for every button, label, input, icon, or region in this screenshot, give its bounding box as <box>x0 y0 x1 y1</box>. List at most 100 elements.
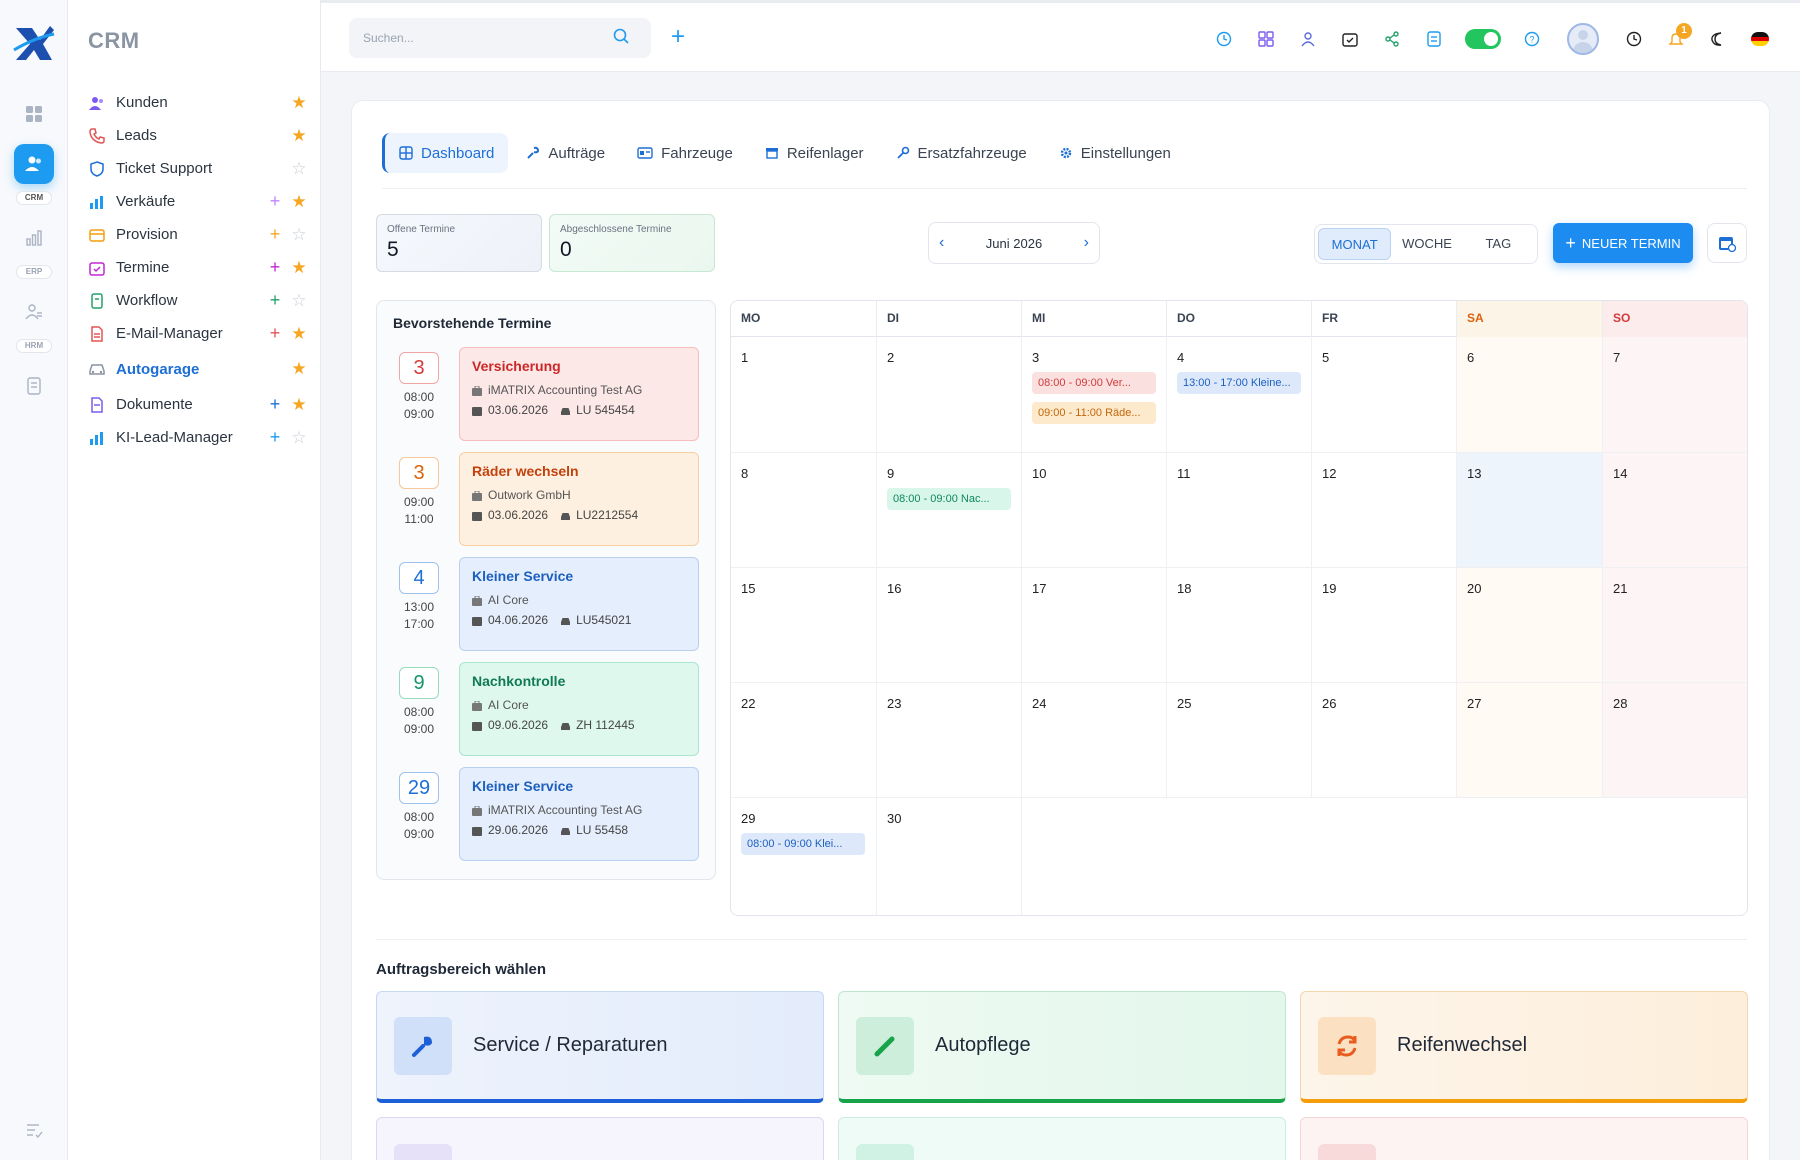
order-card-partial[interactable] <box>376 1117 824 1160</box>
calendar-day-cell[interactable]: 1 <box>731 337 877 453</box>
add-icon[interactable]: + <box>266 394 284 415</box>
appointment-card[interactable]: Räder wechseln Outwork GmbH 03.06.2026 LU… <box>459 452 699 546</box>
calendar-day-cell[interactable]: 9 08:00 - 09:00 Nac... <box>877 453 1022 568</box>
view-week-button[interactable]: WOCHE <box>1391 228 1462 260</box>
bell-icon[interactable]: 1 <box>1666 23 1692 49</box>
add-icon[interactable]: + <box>266 323 284 344</box>
avatar[interactable] <box>1567 23 1599 55</box>
order-card-partial[interactable] <box>838 1117 1286 1160</box>
calendar-day-cell[interactable]: 30 <box>877 798 1022 915</box>
calendar-day-cell[interactable]: 12 <box>1312 453 1457 568</box>
crm-users-icon[interactable] <box>14 144 54 184</box>
share-icon[interactable] <box>1382 29 1402 49</box>
favorite-star-icon[interactable]: ★ <box>290 126 308 146</box>
favorite-star-icon[interactable]: ★ <box>290 359 308 379</box>
favorite-star-icon[interactable]: ★ <box>290 93 308 113</box>
appointment-item[interactable]: 9 08:00 09:00 Nachkontrolle AI Core 09.0… <box>377 662 717 756</box>
tab-auftraege[interactable]: Aufträge <box>512 133 619 173</box>
view-month-button[interactable]: MONAT <box>1318 228 1392 260</box>
sidebar-item-dokumente[interactable]: Dokumente + ★ <box>88 388 308 421</box>
user-icon[interactable] <box>1298 29 1318 49</box>
clock-icon[interactable] <box>1214 29 1234 49</box>
company-logo[interactable] <box>10 20 58 68</box>
order-card-autopflege[interactable]: Autopflege <box>838 991 1286 1103</box>
sidebar-item-workflow[interactable]: Workflow + ☆ <box>88 284 308 317</box>
document-icon[interactable] <box>14 366 54 406</box>
calendar-day-cell[interactable]: 23 <box>877 683 1022 798</box>
calendar-day-cell-today[interactable]: 13 <box>1457 453 1603 568</box>
appointment-item[interactable]: 29 08:00 09:00 Kleiner Service iMATRIX A… <box>377 767 717 861</box>
sidebar-item-ki-lead-manager[interactable]: KI-Lead-Manager + ☆ <box>88 421 308 454</box>
favorite-star-icon[interactable]: ★ <box>290 192 308 212</box>
calendar-day-cell[interactable]: 20 <box>1457 568 1603 683</box>
favorite-star-icon[interactable]: ★ <box>290 395 308 415</box>
favorite-star-icon[interactable]: ★ <box>290 258 308 278</box>
german-flag-icon[interactable] <box>1750 29 1770 49</box>
appointment-item[interactable]: 3 08:00 09:00 Versicherung iMATRIX Accou… <box>377 347 717 441</box>
order-card-service[interactable]: Service / Reparaturen <box>376 991 824 1103</box>
calendar-day-cell[interactable]: 18 <box>1167 568 1312 683</box>
calendar-day-cell[interactable]: 29 08:00 - 09:00 Klei... <box>731 798 877 915</box>
sidebar-item-verkaeufe[interactable]: Verkäufe + ★ <box>88 185 308 218</box>
tab-ersatzfahrzeuge[interactable]: Ersatzfahrzeuge <box>882 133 1041 173</box>
sidebar-item-ticket-support[interactable]: Ticket Support ☆ <box>88 152 308 185</box>
calendar-day-cell[interactable]: 11 <box>1167 453 1312 568</box>
calendar-event[interactable]: 09:00 - 11:00 Räde... <box>1032 402 1156 424</box>
add-icon[interactable]: + <box>266 224 284 245</box>
order-card-reifenwechsel[interactable]: Reifenwechsel <box>1300 991 1748 1103</box>
time-icon[interactable] <box>1624 29 1644 49</box>
tab-einstellungen[interactable]: Einstellungen <box>1045 133 1185 173</box>
calendar-event[interactable]: 08:00 - 09:00 Klei... <box>741 833 865 855</box>
calendar-day-cell[interactable]: 2 <box>877 337 1022 453</box>
calendar-day-cell[interactable]: 6 <box>1457 337 1603 453</box>
sidebar-item-termine[interactable]: Termine + ★ <box>88 251 308 284</box>
calendar-day-cell[interactable]: 17 <box>1022 568 1167 683</box>
chevron-left-icon[interactable]: ‹ <box>939 234 944 252</box>
calendar-day-cell[interactable]: 5 <box>1312 337 1457 453</box>
add-icon[interactable]: + <box>266 290 284 311</box>
calendar-day-cell[interactable]: 3 08:00 - 09:00 Ver... 09:00 - 11:00 Räd… <box>1022 337 1167 453</box>
calendar-day-cell[interactable]: 7 <box>1603 337 1747 453</box>
calendar-day-cell[interactable]: 14 <box>1603 453 1747 568</box>
collapse-menu-icon[interactable] <box>14 1110 54 1150</box>
calendar-event[interactable]: 08:00 - 09:00 Ver... <box>1032 372 1156 394</box>
sidebar-item-autogarage[interactable]: Autogarage ★ <box>88 350 308 388</box>
appointment-card[interactable]: Versicherung iMATRIX Accounting Test AG … <box>459 347 699 441</box>
calendar-event[interactable]: 08:00 - 09:00 Nac... <box>887 488 1011 510</box>
tab-dashboard[interactable]: Dashboard <box>382 133 509 173</box>
favorite-star-icon[interactable]: ★ <box>290 324 308 344</box>
sidebar-item-provision[interactable]: Provision + ☆ <box>88 218 308 251</box>
dark-mode-icon[interactable] <box>1708 29 1728 49</box>
calendar-day-cell[interactable]: 24 <box>1022 683 1167 798</box>
calendar-event[interactable]: 13:00 - 17:00 Kleine... <box>1177 372 1301 394</box>
apps-icon[interactable] <box>1256 29 1276 49</box>
calendar-day-cell[interactable]: 16 <box>877 568 1022 683</box>
tab-fahrzeuge[interactable]: Fahrzeuge <box>623 133 747 173</box>
sidebar-item-email-manager[interactable]: E-Mail-Manager + ★ <box>88 317 308 350</box>
favorite-star-icon[interactable]: ☆ <box>290 428 308 448</box>
calendar-day-cell[interactable]: 22 <box>731 683 877 798</box>
appointment-item[interactable]: 4 13:00 17:00 Kleiner Service AI Core 04… <box>377 557 717 651</box>
status-toggle[interactable] <box>1465 29 1501 49</box>
calendar-day-cell[interactable]: 8 <box>731 453 877 568</box>
sidebar-item-kunden[interactable]: Kunden ★ <box>88 86 308 119</box>
calendar-sync-icon[interactable] <box>1707 223 1747 263</box>
favorite-star-icon[interactable]: ☆ <box>290 291 308 311</box>
search-icon[interactable] <box>613 28 629 49</box>
chevron-right-icon[interactable]: › <box>1084 234 1089 252</box>
calendar-day-cell[interactable]: 21 <box>1603 568 1747 683</box>
order-card-partial[interactable] <box>1300 1117 1748 1160</box>
search-input[interactable] <box>349 18 651 58</box>
tab-reifenlager[interactable]: Reifenlager <box>751 133 878 173</box>
new-appointment-button[interactable]: + NEUER TERMIN <box>1553 223 1693 263</box>
calendar-day-cell[interactable]: 4 13:00 - 17:00 Kleine... <box>1167 337 1312 453</box>
add-icon[interactable]: + <box>266 191 284 212</box>
sidebar-item-leads[interactable]: Leads ★ <box>88 119 308 152</box>
calendar-day-cell[interactable]: 10 <box>1022 453 1167 568</box>
add-icon[interactable]: + <box>266 427 284 448</box>
calendar-day-cell[interactable]: 27 <box>1457 683 1603 798</box>
calendar-day-cell[interactable]: 28 <box>1603 683 1747 798</box>
hrm-person-icon[interactable] <box>14 292 54 332</box>
add-icon[interactable]: + <box>266 257 284 278</box>
favorite-star-icon[interactable]: ☆ <box>290 225 308 245</box>
